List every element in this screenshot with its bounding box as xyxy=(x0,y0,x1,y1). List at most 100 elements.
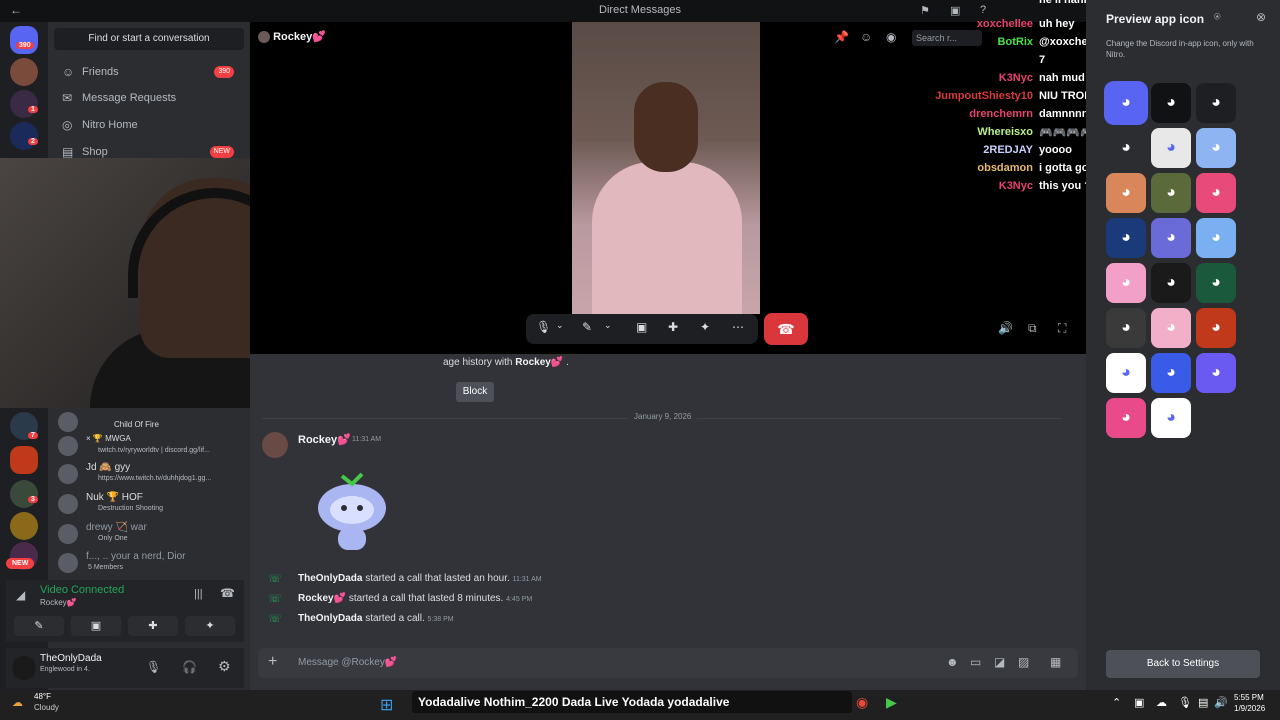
popout-icon[interactable]: ⧉ xyxy=(1028,321,1037,336)
discord-green-icon[interactable]: ◕ xyxy=(1151,263,1191,303)
more-icon[interactable]: ⋯ xyxy=(732,320,744,334)
back-to-settings-button[interactable]: Back to Settings xyxy=(1106,650,1260,678)
volume-icon[interactable]: 🔊 xyxy=(1214,696,1228,709)
onedrive-icon[interactable]: ☁ xyxy=(1156,696,1167,709)
avatar[interactable] xyxy=(262,432,288,458)
discord-dark-icon[interactable]: ◕ xyxy=(1151,83,1191,123)
discord-white-icon[interactable]: ◕ xyxy=(1106,353,1146,393)
discord-pirate-icon[interactable]: ◕ xyxy=(1106,173,1146,213)
mic-icon[interactable]: 🎙 xyxy=(536,320,551,334)
tray-chevron-icon[interactable]: ⌃ xyxy=(1112,696,1121,709)
screen-share-icon[interactable]: ▣ xyxy=(636,320,647,334)
server-icon[interactable] xyxy=(10,480,38,508)
volume-icon[interactable]: 🔊 xyxy=(998,321,1013,335)
dm-list-item[interactable]: × 🏆 MWGA twitch.tv/ryryworldtv | discord… xyxy=(56,432,246,460)
discord-pink-icon[interactable]: ◕ xyxy=(1151,308,1191,348)
mic-icon[interactable]: 🎙 xyxy=(1178,696,1192,709)
chrome-icon[interactable]: ◉ xyxy=(856,694,868,711)
app-icon[interactable]: ▶ xyxy=(886,694,897,711)
discord-icon[interactable]: ◕ xyxy=(1106,83,1146,123)
nav-nitro-home[interactable]: ◎ Nitro Home xyxy=(54,113,244,137)
discord-sunset-icon[interactable]: ◕ xyxy=(1196,173,1236,213)
clock-time[interactable]: 5:55 PM xyxy=(1234,693,1264,702)
discord-rainbow-icon[interactable]: ◕ xyxy=(1196,353,1236,393)
dm-list-item[interactable]: f..., .. your a nerd, Dior 5 Members xyxy=(56,549,246,577)
nav-message-requests[interactable]: ✉ Message Requests xyxy=(54,86,244,110)
nav-friends[interactable]: ☺ Friends 390 xyxy=(54,60,244,84)
find-conversation-button[interactable]: Find or start a conversation xyxy=(54,28,244,50)
chevron-down-icon[interactable]: ⌄ xyxy=(604,320,612,331)
discord-light-icon[interactable]: ◕ xyxy=(1151,128,1191,168)
headphones-icon[interactable]: 🎧 xyxy=(182,660,197,674)
activities-button[interactable]: ✚ xyxy=(128,616,178,636)
avatar[interactable] xyxy=(12,656,36,680)
discord-bunny-icon[interactable]: ◕ xyxy=(1106,263,1146,303)
mic-icon[interactable]: 🎙 xyxy=(146,660,161,674)
server-icon[interactable] xyxy=(10,122,38,150)
video-off-button[interactable]: ✎ xyxy=(14,616,64,636)
weather-text: Cloudy xyxy=(34,703,59,712)
voice-connected-panel: ◢ Video Connected Rockey💕 ||| ☎ ✎ ▣ ✚ ✦ xyxy=(6,580,244,642)
server-icon[interactable] xyxy=(10,58,38,86)
chat-message: 7 xyxy=(1039,54,1046,66)
discord-fire-icon[interactable]: ◕ xyxy=(1196,308,1236,348)
message-time: 4:45 PM xyxy=(506,596,533,603)
gear-icon[interactable]: ⚙ xyxy=(218,658,231,675)
disconnect-icon[interactable]: ☎ xyxy=(220,586,235,600)
panel-title: Preview app icon xyxy=(1106,12,1205,26)
discord-space-icon[interactable]: ◕ xyxy=(1106,218,1146,258)
discord-matrix-icon[interactable]: ◕ xyxy=(1196,263,1236,303)
caller-name[interactable]: Rockey💕 xyxy=(298,593,346,604)
camera-off-icon[interactable]: ✎ xyxy=(582,320,592,334)
block-button[interactable]: Block xyxy=(456,382,494,402)
sticker-icon[interactable]: ◪ xyxy=(994,655,1005,669)
fullscreen-icon[interactable]: ⛶ xyxy=(1058,321,1066,336)
discord-retro-icon[interactable]: ◕ xyxy=(1106,398,1146,438)
apps-icon[interactable]: ▦ xyxy=(1050,655,1061,669)
pin-icon[interactable]: 📌 xyxy=(834,30,849,44)
discord-black-icon[interactable]: ◕ xyxy=(1196,83,1236,123)
discord-classic-icon[interactable]: ◕ xyxy=(1151,398,1191,438)
discord-zebra-icon[interactable]: ◕ xyxy=(1106,308,1146,348)
clock-date[interactable]: 1/9/2026 xyxy=(1234,704,1265,713)
dm-list-item[interactable]: drewy 🏹 war Only One xyxy=(56,520,246,548)
add-friend-icon[interactable]: ☺ xyxy=(860,30,872,44)
discord-snow-icon[interactable]: ◕ xyxy=(1196,218,1236,258)
caller-name[interactable]: TheOnlyDada xyxy=(298,573,362,584)
message-input[interactable]: Message @Rockey💕 xyxy=(298,657,397,668)
discord-camo-icon[interactable]: ◕ xyxy=(1151,173,1191,213)
close-icon[interactable]: ⊗ xyxy=(1256,10,1266,24)
gift-icon[interactable]: ☻ xyxy=(946,655,959,669)
home-button[interactable] xyxy=(10,26,38,54)
tray-icon[interactable]: ▣ xyxy=(1134,696,1144,709)
discord-grey-icon[interactable]: ◕ xyxy=(1106,128,1146,168)
help-icon[interactable]: ⍟ xyxy=(1214,11,1221,24)
discord-blue-icon[interactable]: ◕ xyxy=(1151,353,1191,393)
discord-gradient-icon[interactable]: ◕ xyxy=(1196,128,1236,168)
nav-label: Friends xyxy=(82,66,119,78)
server-icon[interactable] xyxy=(10,512,38,540)
dm-list-item[interactable]: Jd 🙈 gyy https://www.twitch.tv/duhhjdog1… xyxy=(56,460,246,488)
activities-icon[interactable]: ✚ xyxy=(668,320,678,334)
screen-share-button[interactable]: ▣ xyxy=(71,616,121,636)
call-text: started a call that lasted 8 minutes. xyxy=(348,593,504,604)
image-icon[interactable]: ▨ xyxy=(1018,655,1029,669)
chevron-down-icon[interactable]: ⌄ xyxy=(556,320,564,331)
chat-message: yoooo xyxy=(1039,144,1072,156)
network-icon[interactable]: ▤ xyxy=(1198,696,1208,709)
mail-icon: ✉ xyxy=(62,91,73,105)
caller-name[interactable]: TheOnlyDada xyxy=(298,613,362,624)
soundboard-button[interactable]: ✦ xyxy=(185,616,235,636)
server-icon[interactable] xyxy=(10,446,38,474)
soundboard-icon[interactable]: ✦ xyxy=(700,320,710,334)
dm-list-item[interactable]: Nuk 🏆 HOF Destruction Shooting xyxy=(56,490,246,518)
gif-icon[interactable]: ▭ xyxy=(970,655,981,669)
add-attachment-icon[interactable]: + xyxy=(268,653,277,671)
home-badge: 390 xyxy=(16,42,34,49)
hang-up-button[interactable]: ☎ xyxy=(764,313,808,345)
message-author[interactable]: Rockey💕 xyxy=(298,433,351,446)
server-icon[interactable] xyxy=(10,90,38,118)
windows-start-icon[interactable]: ⊞ xyxy=(380,695,393,715)
discord-purple-icon[interactable]: ◕ xyxy=(1151,218,1191,258)
noise-suppression-icon[interactable]: ||| xyxy=(194,588,203,600)
